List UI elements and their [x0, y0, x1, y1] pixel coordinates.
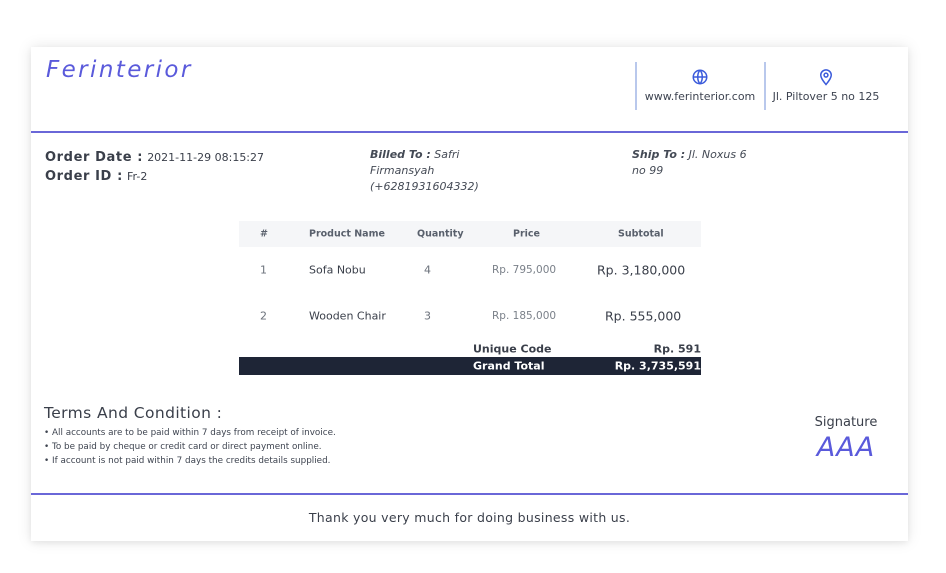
signature-mark: AAA	[816, 432, 876, 463]
list-item: To be paid by cheque or credit card or d…	[44, 440, 336, 454]
footer-divider	[31, 493, 908, 495]
unique-code-row: Unique Code Rp. 591	[239, 341, 701, 357]
invoice-card: Ferinterior www.ferinterior.com Jl. Pilt…	[31, 47, 908, 541]
grand-total-row: Grand Total Rp. 3,735,591	[239, 357, 701, 375]
header-divider	[31, 131, 908, 133]
order-id-line: Order ID : Fr-2	[45, 167, 264, 186]
header-product-name: Product Name	[309, 228, 385, 240]
ship-to: Ship To : Jl. Noxus 6 no 99	[632, 147, 762, 179]
website-block: www.ferinterior.com	[635, 62, 763, 110]
header-price: Price	[513, 228, 540, 240]
signature-block: Signature AAA	[806, 415, 886, 463]
contact-info: www.ferinterior.com Jl. Piltover 5 no 12…	[635, 62, 886, 110]
order-id-label: Order ID :	[45, 169, 123, 184]
grand-total-value: Rp. 3,735,591	[614, 359, 701, 373]
footer-message: Thank you very much for doing business w…	[308, 510, 631, 525]
billed-to-name-last: Firmansyah	[370, 164, 435, 177]
row-quantity: 3	[424, 309, 431, 323]
signature-label: Signature	[814, 415, 878, 430]
header-num: #	[260, 228, 268, 240]
header-subtotal: Subtotal	[618, 228, 664, 240]
address-block: Jl. Piltover 5 no 125	[764, 62, 886, 110]
row-product-name: Wooden Chair	[309, 309, 386, 323]
unique-code-value: Rp. 591	[653, 342, 701, 356]
globe-icon	[691, 68, 709, 86]
order-id-value: Fr-2	[127, 170, 148, 183]
website-link[interactable]: www.ferinterior.com	[645, 90, 756, 103]
order-items-table: # Product Name Quantity Price Subtotal 1…	[239, 221, 701, 375]
order-date-value: 2021-11-29 08:15:27	[147, 151, 265, 164]
terms-list: All accounts are to be paid within 7 day…	[44, 426, 336, 468]
order-date-label: Order Date :	[45, 150, 144, 165]
ship-to-address-line2: no 99	[632, 164, 664, 177]
brand-logo: Ferinterior	[46, 57, 193, 83]
company-address: Jl. Piltover 5 no 125	[772, 90, 880, 103]
billed-to-name-first: Safri	[434, 148, 460, 161]
row-subtotal: Rp. 3,180,000	[597, 262, 686, 278]
ship-to-label: Ship To :	[632, 148, 686, 161]
ship-to-address-line1: Jl. Noxus 6	[688, 148, 747, 161]
row-product-name: Sofa Nobu	[309, 263, 366, 277]
row-quantity: 4	[424, 263, 431, 277]
list-item: If account is not paid within 7 days the…	[44, 454, 336, 468]
terms-section: Terms And Condition : All accounts are t…	[44, 404, 336, 468]
billed-to-label: Billed To :	[370, 148, 431, 161]
row-num: 2	[260, 309, 267, 323]
row-price: Rp. 185,000	[492, 310, 557, 322]
row-price: Rp. 795,000	[492, 264, 557, 276]
grand-total-label: Grand Total	[473, 359, 545, 373]
unique-code-label: Unique Code	[473, 342, 552, 356]
map-pin-icon	[817, 68, 835, 86]
list-item: All accounts are to be paid within 7 day…	[44, 426, 336, 440]
header-quantity: Quantity	[417, 228, 464, 240]
table-header: # Product Name Quantity Price Subtotal	[239, 221, 701, 247]
billed-to-phone: (+6281931604332)	[370, 180, 479, 193]
table-row: 2 Wooden Chair 3 Rp. 185,000 Rp. 555,000	[239, 293, 701, 339]
terms-title: Terms And Condition :	[44, 404, 223, 422]
row-num: 1	[260, 263, 267, 277]
billed-to: Billed To : Safri Firmansyah (+628193160…	[370, 147, 490, 195]
row-subtotal: Rp. 555,000	[605, 308, 682, 324]
table-row: 1 Sofa Nobu 4 Rp. 795,000 Rp. 3,180,000	[239, 247, 701, 293]
order-info: Order Date : 2021-11-29 08:15:27 Order I…	[45, 148, 264, 186]
order-date-line: Order Date : 2021-11-29 08:15:27	[45, 148, 264, 167]
